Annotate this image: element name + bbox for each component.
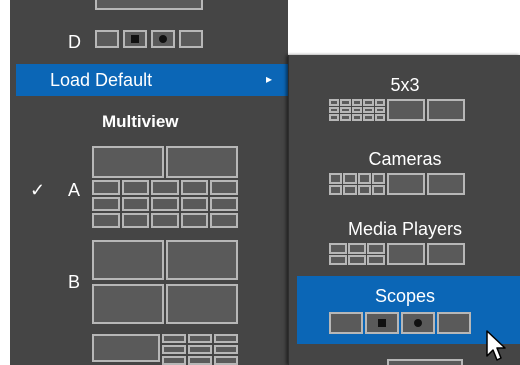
submenu-arrow-icon: ▸ xyxy=(266,72,273,86)
multiview-menu: D Load Default ▸ Multiview ✓ A B xyxy=(10,0,288,365)
submenu-label: Cameras xyxy=(368,149,442,169)
row-b-letter: B xyxy=(68,272,81,292)
submenu-label: 5x3 xyxy=(390,75,420,95)
row-d-letter: D xyxy=(68,32,81,52)
checkmark-icon: ✓ xyxy=(30,180,46,200)
load-default-menu-item[interactable]: Load Default ▸ xyxy=(16,64,288,96)
load-default-label: Load Default xyxy=(50,70,153,90)
row-a-letter: A xyxy=(68,180,81,200)
submenu-item-partial[interactable] xyxy=(387,359,463,365)
submenu-label: Media Players xyxy=(347,219,463,239)
mouse-pointer-icon xyxy=(486,330,506,361)
submenu-label: Scopes xyxy=(374,286,436,306)
multiview-header: Multiview xyxy=(102,112,179,131)
load-default-submenu: 5x3 Cameras Media Players Scopes xyxy=(288,55,520,365)
